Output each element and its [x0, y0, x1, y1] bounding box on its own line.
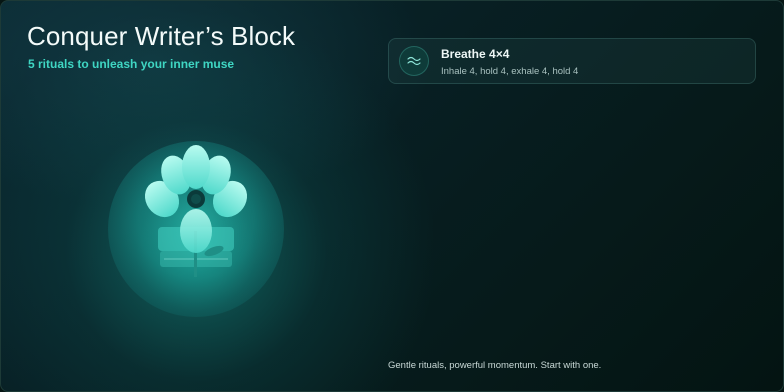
flower-illustration — [106, 139, 286, 319]
page-title: Conquer Writer’s Block — [27, 21, 296, 51]
ritual-title: Breathe 4×4 — [441, 47, 510, 61]
breath-waves-icon — [399, 46, 429, 76]
ritual-card-breathe[interactable]: Breathe 4×4 Inhale 4, hold 4, exhale 4, … — [388, 38, 756, 84]
ritual-description: Inhale 4, hold 4, exhale 4, hold 4 — [441, 66, 579, 77]
page-subtitle: 5 rituals to unleash your inner muse — [28, 57, 235, 71]
footer-note: Gentle rituals, powerful momentum. Start… — [388, 360, 602, 371]
hero-card: Conquer Writer’s Block 5 rituals to unle… — [0, 0, 784, 392]
